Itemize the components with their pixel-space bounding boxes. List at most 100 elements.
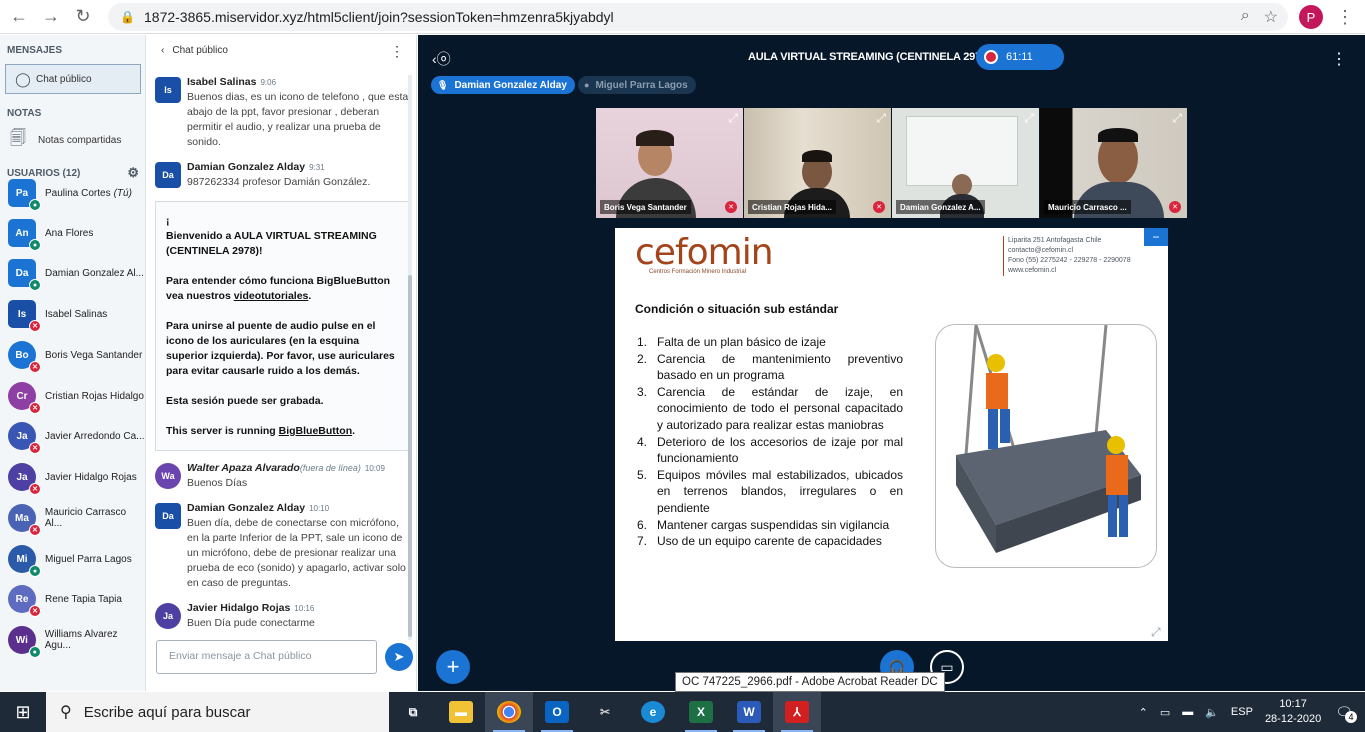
chat-scrollbar[interactable] (408, 75, 412, 640)
user-name: Javier Arredondo Ca... (45, 430, 145, 442)
microphone-icon: ● (584, 80, 590, 90)
list-item: 3. Carencia de estándar de izaje, en cono… (637, 384, 903, 432)
chat-options-icon[interactable]: ⋮ (390, 43, 404, 60)
fullscreen-icon[interactable]: ⤢ (1172, 111, 1182, 126)
message-time: 10:09 (364, 464, 385, 473)
back-icon[interactable]: ← (6, 4, 32, 30)
talking-indicator[interactable]: ● Miguel Parra Lagos (578, 76, 696, 94)
video-label[interactable]: Mauricio Carrasco ... (1044, 200, 1131, 214)
hide-chat-chevron-icon[interactable]: ‹ (161, 45, 164, 56)
video-tile[interactable]: ⤢ Mauricio Carrasco ... ✕ (1040, 108, 1187, 218)
user-name: Isabel Salinas (45, 308, 108, 320)
bookmark-star-icon[interactable]: ☆ (1264, 7, 1278, 27)
presentation-slide[interactable]: cefomin Centros Formación Minero Industr… (615, 228, 1168, 641)
message-author: Damian Gonzalez Alday (187, 161, 306, 173)
fullscreen-icon[interactable]: ⤢ (728, 111, 738, 126)
minimize-presentation-icon[interactable]: − (1144, 228, 1168, 246)
user-list-item[interactable]: Mi ● Miguel Parra Lagos (8, 541, 132, 577)
notifications-icon[interactable]: 🗨 4 (1335, 704, 1357, 723)
outlook-icon[interactable]: O (533, 692, 581, 732)
clock[interactable]: 10:17 28-12-2020 (1265, 697, 1321, 727)
word-icon[interactable]: W (725, 692, 773, 732)
profile-avatar[interactable]: P (1299, 5, 1323, 29)
acrobat-icon[interactable]: ⅄ (773, 692, 821, 732)
windows-start-icon[interactable]: ⊞ (0, 702, 46, 723)
user-name: Javier Hidalgo Rojas (45, 471, 137, 483)
mic-on-icon: ● (28, 646, 41, 658)
user-list-item[interactable]: Bo ✕ Boris Vega Santander (8, 337, 142, 373)
tutorials-link[interactable]: videotutoriales (234, 290, 309, 302)
video-label[interactable]: Boris Vega Santander (600, 200, 691, 214)
video-label[interactable]: Damian Gonzalez A... (896, 200, 985, 214)
user-list-item[interactable]: An ● Ana Flores (8, 215, 93, 251)
forward-icon[interactable]: → (38, 4, 64, 30)
mic-muted-icon: ✕ (29, 361, 41, 373)
presentation-area: ‹ⓞ AULA VIRTUAL STREAMING (CENTINELA 297… (418, 35, 1365, 692)
notes-icon: 🗐 (10, 129, 26, 147)
mic-muted-icon: ✕ (29, 402, 41, 414)
message-text: Buenos dias, es un icono de telefono , q… (187, 91, 409, 148)
fullscreen-icon[interactable]: ⤢ (876, 111, 886, 126)
chat-title: Chat público (172, 44, 228, 56)
user-list-item[interactable]: Da ● Damian Gonzalez Al... (8, 255, 144, 291)
video-tile[interactable]: ⤢ Damian Gonzalez A... (892, 108, 1039, 218)
excel-icon[interactable]: X (677, 692, 725, 732)
list-item: 6. Mantener cargas suspendidas sin vigila… (637, 517, 890, 532)
url-text[interactable]: 1872-3865.miservidor.xyz/html5client/joi… (144, 9, 614, 25)
network-icon[interactable]: ▭ (1160, 706, 1170, 719)
toggle-userlist-icon[interactable]: ‹ⓞ (432, 49, 451, 69)
address-bar[interactable]: 🔒 1872-3865.miservidor.xyz/html5client/j… (108, 3, 1288, 31)
plus-icon: + (446, 654, 460, 679)
notification-count: 4 (1345, 710, 1357, 723)
fullscreen-presentation-icon[interactable]: ⤢ (1151, 625, 1161, 640)
video-label[interactable]: Cristian Rojas Hida... (748, 200, 837, 214)
avatar: An ● (8, 219, 41, 251)
lock-icon[interactable]: 🔒 (120, 10, 136, 24)
zoom-icon[interactable]: ⌕ (1241, 7, 1250, 27)
bigbluebutton-link[interactable]: BigBlueButton (279, 425, 353, 437)
user-list-item[interactable]: Ja ✕ Javier Arredondo Ca... (8, 418, 145, 454)
actions-plus-button[interactable]: + (436, 650, 470, 684)
recording-indicator[interactable]: 61:11 (976, 44, 1064, 70)
taskbar-search[interactable]: ⚲ Escribe aquí para buscar (46, 692, 389, 732)
browser-menu-icon[interactable]: ⋮ (1336, 7, 1354, 28)
public-chat-button[interactable]: ◯ Chat público (5, 64, 141, 94)
list-item: 7. Uso de un equipo carente de capacidade… (637, 534, 882, 549)
message-text: 987262334 profesor Damián González. (187, 176, 371, 188)
scrollbar-thumb[interactable] (408, 275, 412, 637)
video-tile[interactable]: ⤢ Cristian Rojas Hida... ✕ (744, 108, 891, 218)
battery-icon[interactable]: ▬ (1182, 706, 1193, 718)
options-menu-icon[interactable]: ⋮ (1331, 49, 1347, 69)
snipping-tool-icon[interactable]: ✂ (581, 692, 629, 732)
send-button[interactable]: ➤ (385, 643, 413, 671)
user-list-item[interactable]: Wi ● Williams Alvarez Agu... (8, 622, 145, 658)
user-list-item[interactable]: Cr ✕ Cristian Rojas Hidalgo (8, 378, 144, 414)
avatar: Ma ✕ (8, 504, 41, 536)
microphone-icon: 🎙 (437, 79, 449, 90)
chevron-up-icon[interactable]: ⌃ (1139, 706, 1148, 719)
video-tile[interactable]: ⤢ Boris Vega Santander ✕ (596, 108, 743, 218)
task-view-icon[interactable]: ⧉ (389, 692, 437, 732)
mic-muted-icon: ✕ (28, 524, 41, 536)
volume-icon[interactable]: 🔈 (1205, 706, 1219, 719)
language-indicator[interactable]: ESP (1231, 706, 1253, 718)
user-list-item[interactable]: Ma ✕ Mauricio Carrasco Al... (8, 500, 145, 536)
you-label: (Tú) (113, 187, 132, 199)
message-author: Javier Hidalgo Rojas (187, 602, 291, 614)
reload-icon[interactable]: ↻ (70, 4, 96, 30)
user-list-item[interactable]: Re ✕ Rene Tapia Tapia (8, 581, 122, 617)
shared-notes-button[interactable]: 🗐 Notas compartidas (0, 125, 145, 155)
user-name: Miguel Parra Lagos (45, 553, 132, 565)
user-list-item[interactable]: Ja ✕ Javier Hidalgo Rojas (8, 459, 137, 495)
edge-icon[interactable]: e (629, 692, 677, 732)
chat-message-input[interactable]: Enviar mensaje a Chat público (156, 640, 377, 674)
chrome-icon[interactable] (485, 692, 533, 732)
user-name: Ana Flores (45, 227, 94, 239)
file-explorer-icon[interactable]: ▬ (437, 692, 485, 732)
user-list-panel: MENSAJES ◯ Chat público NOTAS 🗐 Notas co… (0, 35, 146, 691)
talking-indicator[interactable]: 🎙 Damian Gonzalez Alday (431, 76, 575, 94)
user-list-item[interactable]: Pa ● Paulina Cortes (Tú) (8, 175, 132, 211)
fullscreen-icon[interactable]: ⤢ (1024, 111, 1034, 126)
mic-on-icon: ● (29, 279, 41, 291)
user-list-item[interactable]: Is ✕ Isabel Salinas (8, 296, 107, 332)
